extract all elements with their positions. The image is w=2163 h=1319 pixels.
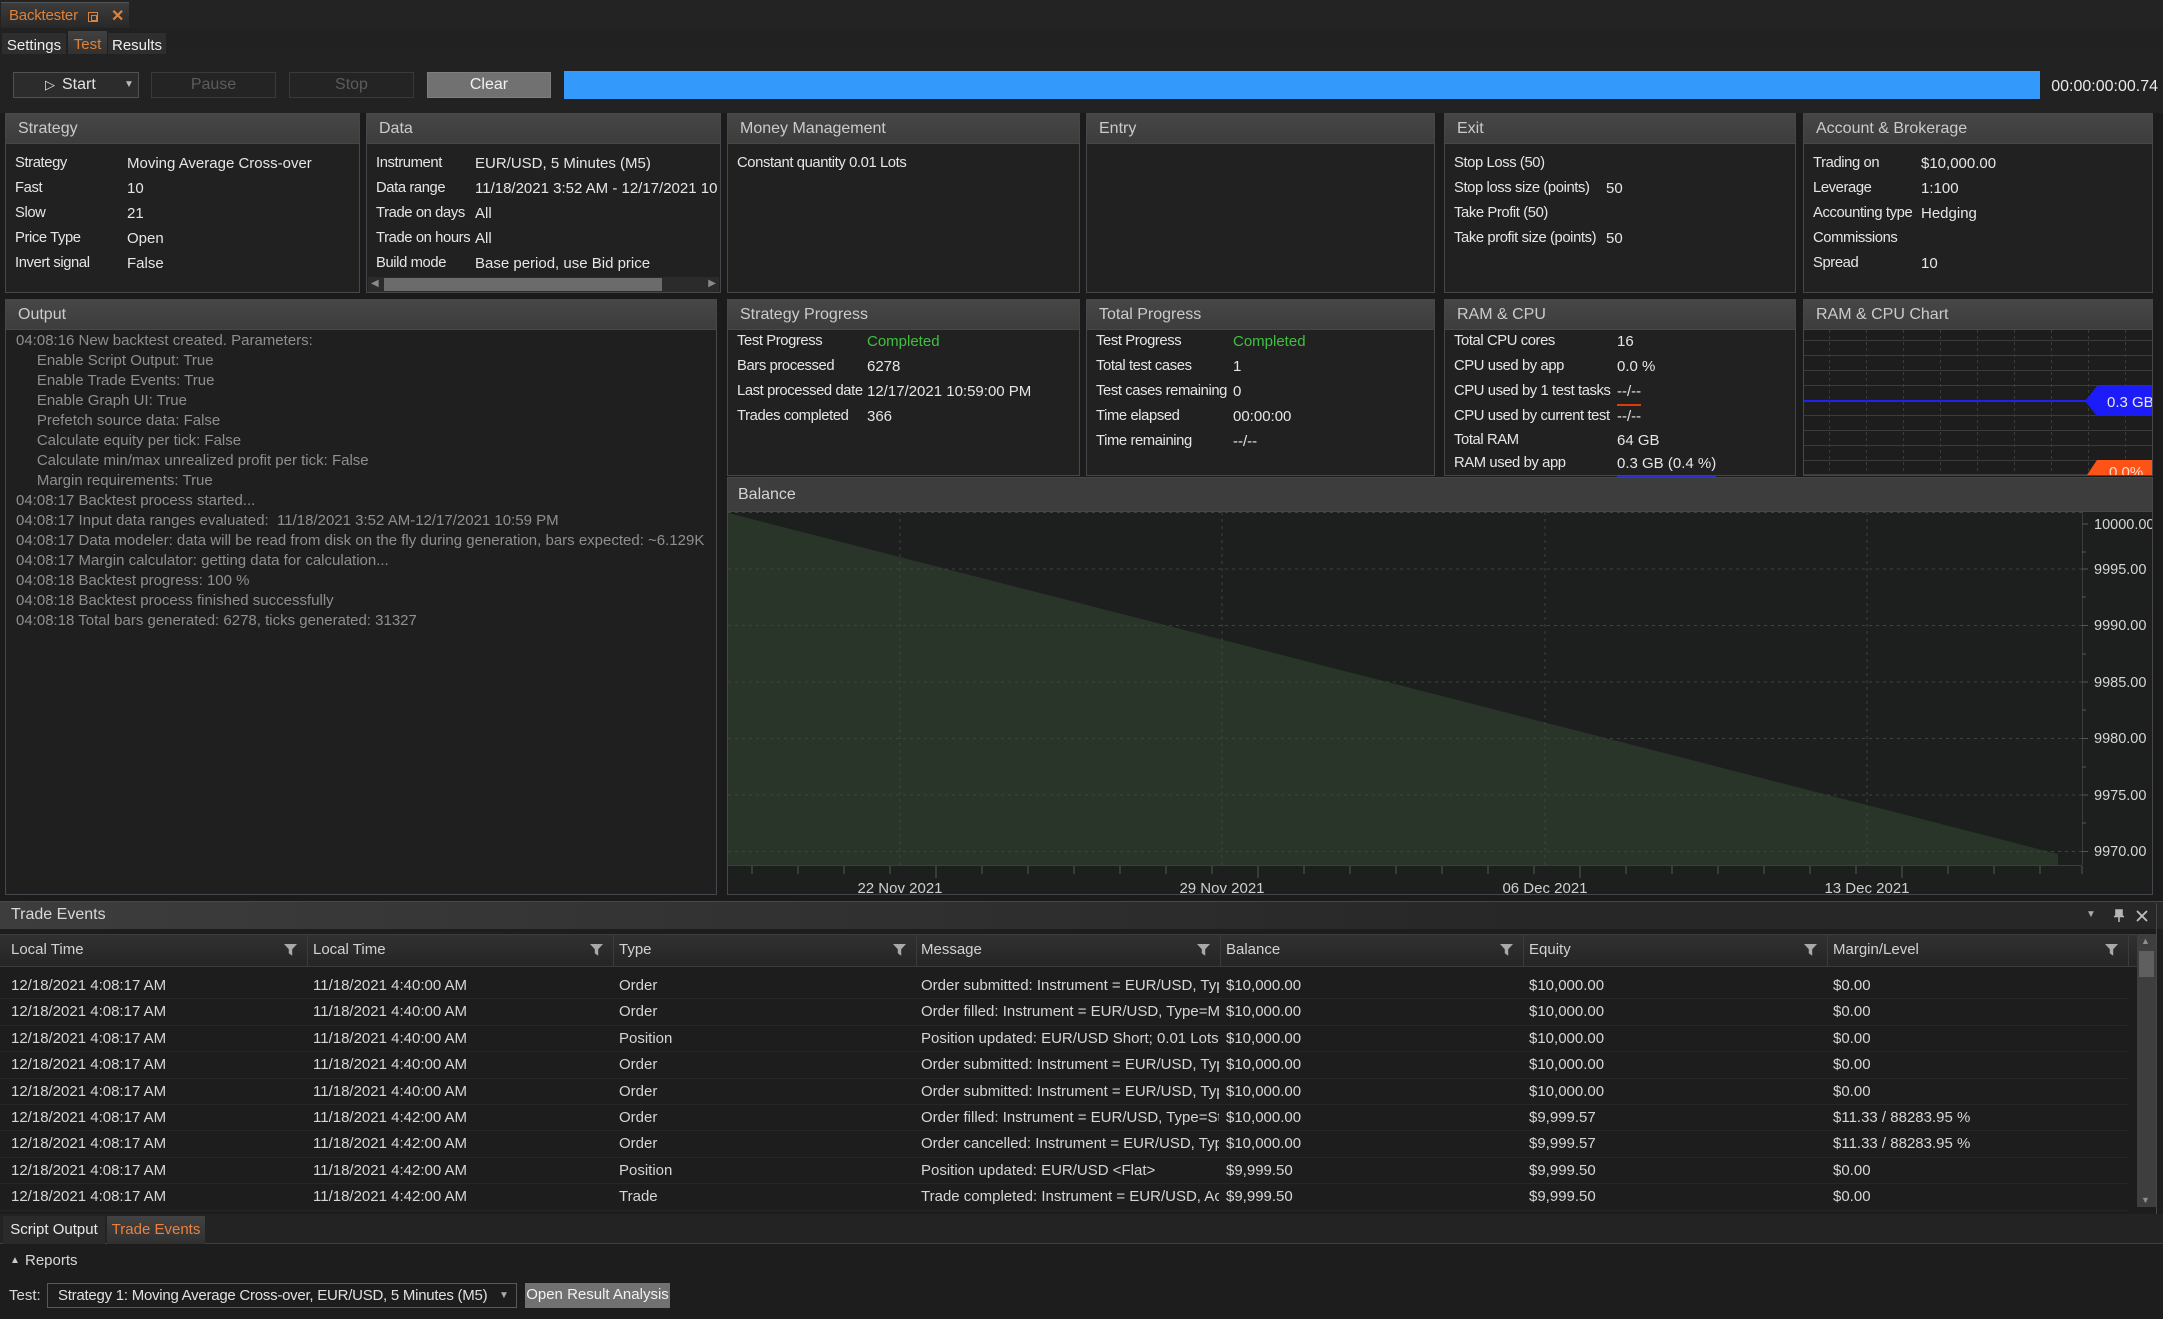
svg-text:9985.00: 9985.00 <box>2094 675 2146 691</box>
svg-text:10000.00: 10000.00 <box>2094 517 2152 533</box>
svg-text:06 Dec 2021: 06 Dec 2021 <box>1502 880 1587 894</box>
svg-text:9995.00: 9995.00 <box>2094 562 2146 578</box>
svg-text:22 Nov 2021: 22 Nov 2021 <box>857 880 942 894</box>
svg-text:0.0%: 0.0% <box>2109 464 2143 475</box>
svg-text:9975.00: 9975.00 <box>2094 788 2146 804</box>
svg-text:0.3 GB: 0.3 GB <box>2107 394 2152 411</box>
svg-text:9990.00: 9990.00 <box>2094 618 2146 634</box>
svg-text:29 Nov 2021: 29 Nov 2021 <box>1179 880 1264 894</box>
svg-text:9970.00: 9970.00 <box>2094 844 2146 860</box>
svg-text:9980.00: 9980.00 <box>2094 731 2146 747</box>
svg-text:13 Dec 2021: 13 Dec 2021 <box>1824 880 1909 894</box>
